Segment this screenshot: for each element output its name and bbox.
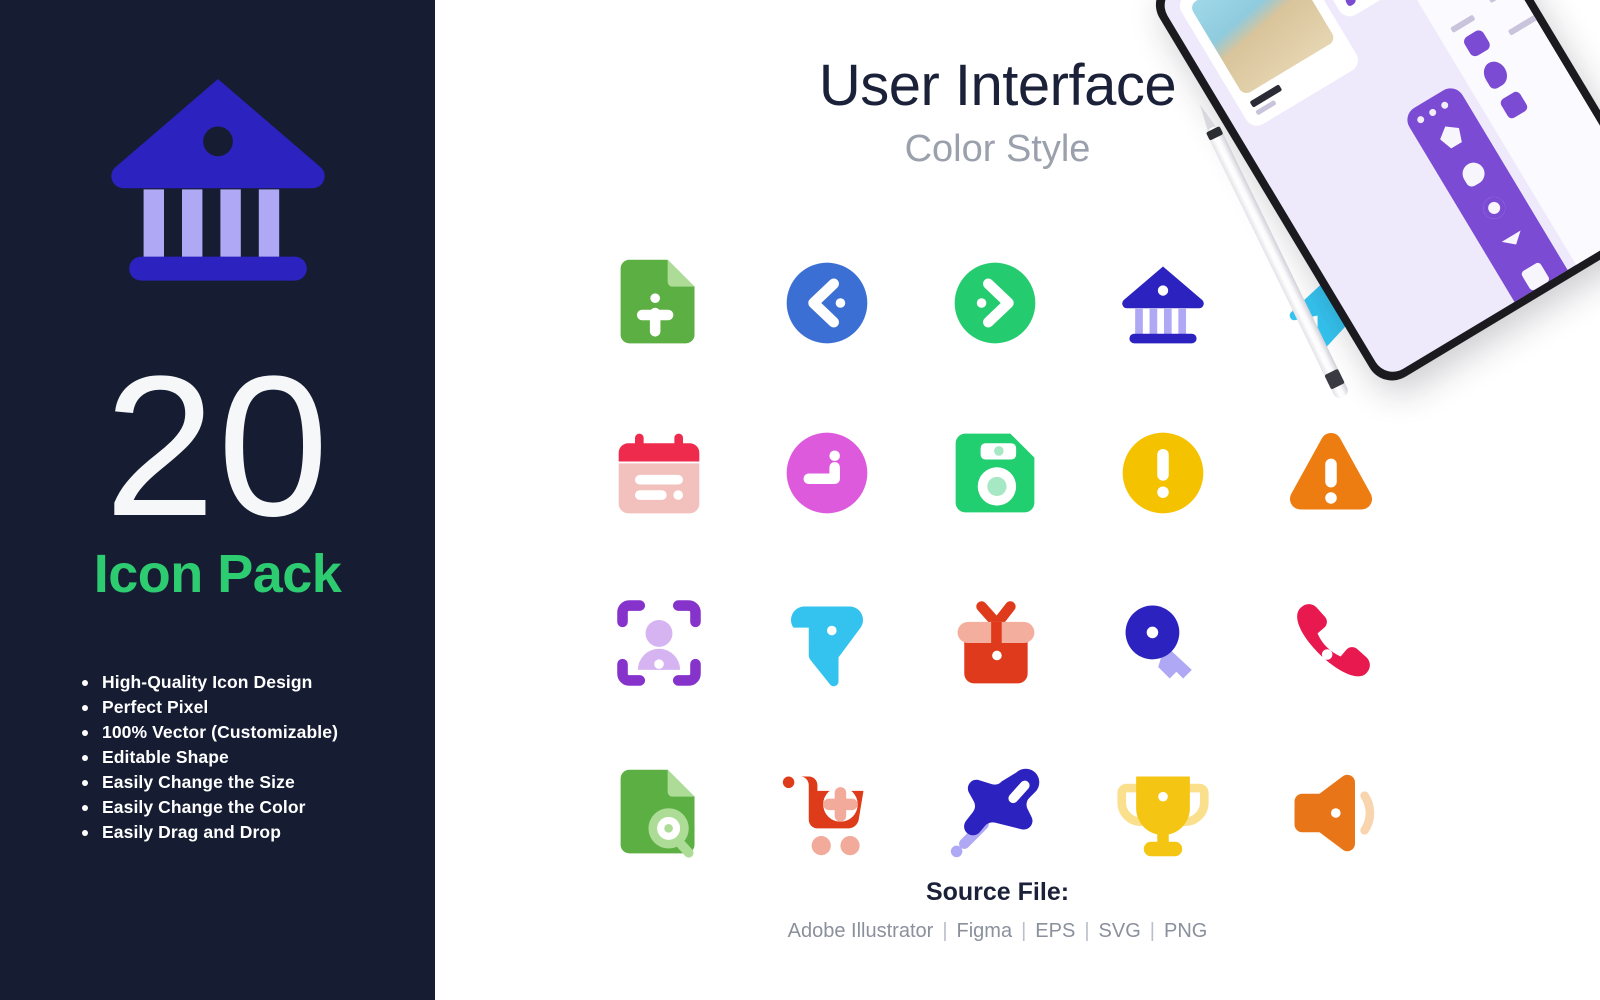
separator: | <box>1021 920 1027 942</box>
key-icon <box>1125 605 1192 679</box>
gift-icon <box>957 601 1035 684</box>
icon-cell-bank[interactable] <box>1079 218 1247 388</box>
source-file-formats: Adobe Illustrator | Figma | EPS | SVG | PNG <box>435 920 1560 943</box>
source-file-title: Source File: <box>925 878 1070 906</box>
alert-circle-icon <box>1122 432 1204 514</box>
icon-cell-location-pin[interactable] <box>743 558 911 728</box>
phone-call-icon <box>1297 604 1370 677</box>
bank-icon-svg <box>110 79 325 281</box>
format-ai: Adobe Illustrator <box>787 920 934 942</box>
icon-cell-gift[interactable] <box>911 558 1079 728</box>
main-panel: User Interface Color Style Source File: … <box>435 0 1600 1000</box>
brand-bank-icon <box>0 40 435 310</box>
icon-count: 20 <box>104 335 331 558</box>
icon-cell-arrow-right[interactable] <box>911 218 1079 388</box>
format-eps: EPS <box>1035 920 1076 942</box>
icon-cell-arrow-left[interactable] <box>743 218 911 388</box>
icon-cell-trophy[interactable] <box>1079 728 1247 898</box>
file-search-icon <box>620 769 695 858</box>
flash-icon <box>1289 259 1375 348</box>
list-item: Easily Change the Size <box>76 770 436 795</box>
icon-cell-key[interactable] <box>1079 558 1247 728</box>
separator: | <box>942 920 948 942</box>
save-icon <box>955 433 1035 513</box>
icon-grid <box>575 218 1435 898</box>
location-pin-icon <box>790 606 864 687</box>
feature-list: High-Quality Icon Design Perfect Pixel 1… <box>76 670 436 845</box>
calendar-icon <box>618 433 700 514</box>
warning-triangle-icon <box>1289 432 1373 510</box>
format-figma: Figma <box>956 920 1013 942</box>
icon-cell-face-scan[interactable] <box>575 558 743 728</box>
page-subtitle: Color Style <box>904 128 1091 170</box>
pushpin-icon <box>950 768 1040 858</box>
icon-cell-phone-call[interactable] <box>1247 558 1415 728</box>
file-add-icon <box>620 259 695 344</box>
icon-cell-file-add[interactable] <box>575 218 743 388</box>
cart-add-icon <box>782 776 864 856</box>
list-item: Easily Drag and Drop <box>76 820 436 845</box>
bank-icon <box>1122 266 1204 344</box>
icon-cell-clock[interactable] <box>743 388 911 558</box>
arrow-right-circle-icon <box>954 262 1036 344</box>
format-png: PNG <box>1163 920 1208 942</box>
separator: | <box>1149 920 1155 942</box>
icon-cell-flash[interactable] <box>1247 218 1415 388</box>
list-item: Perfect Pixel <box>76 695 436 720</box>
icon-cell-pushpin[interactable] <box>911 728 1079 898</box>
sidebar: 20 Icon Pack High-Quality Icon Design Pe… <box>0 0 435 1000</box>
icon-cell-save[interactable] <box>911 388 1079 558</box>
format-svg: SVG <box>1098 920 1141 942</box>
icon-cell-cart-add[interactable] <box>743 728 911 898</box>
icon-cell-calendar[interactable] <box>575 388 743 558</box>
list-item: Editable Shape <box>76 745 436 770</box>
separator: | <box>1084 920 1090 942</box>
list-item: Easily Change the Color <box>76 795 436 820</box>
icon-cell-alert[interactable] <box>1079 388 1247 558</box>
arrow-left-circle-icon <box>786 262 868 344</box>
icon-cell-volume[interactable] <box>1247 728 1415 898</box>
icon-cell-file-search[interactable] <box>575 728 743 898</box>
list-item: High-Quality Icon Design <box>76 670 436 695</box>
pack-label: Icon Pack <box>93 544 342 604</box>
volume-icon <box>1294 774 1375 852</box>
page-title: User Interface <box>818 53 1177 118</box>
icon-cell-warning[interactable] <box>1247 388 1415 558</box>
list-item: 100% Vector (Customizable) <box>76 720 436 745</box>
clock-icon <box>786 432 868 514</box>
trophy-icon <box>1117 776 1209 857</box>
face-scan-icon <box>617 600 701 686</box>
